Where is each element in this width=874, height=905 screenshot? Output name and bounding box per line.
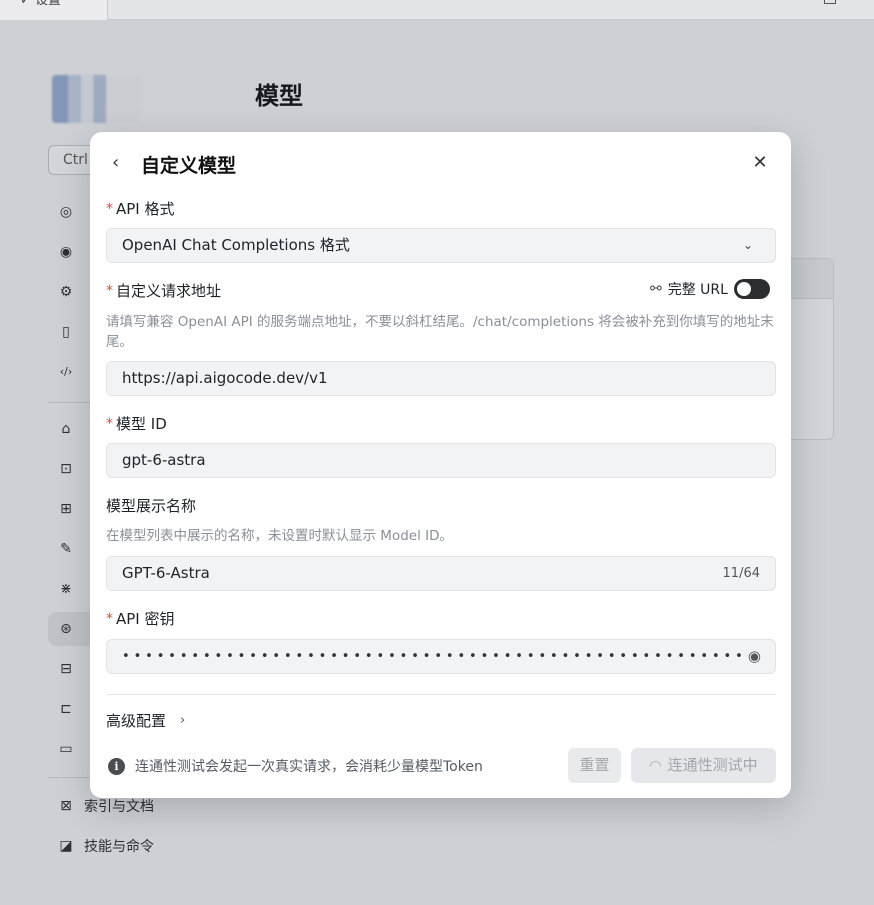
connectivity-test-button[interactable]: ◠ 连通性测试中: [631, 748, 776, 783]
model-id-label: * 模型 ID: [106, 413, 167, 434]
info-icon: i: [108, 757, 125, 775]
chevron-right-icon: ›: [180, 713, 186, 728]
page-title: 模型: [255, 82, 303, 110]
divider: [106, 694, 776, 695]
settings-icon: ⚙: [59, 284, 73, 300]
sidebar-item-account[interactable]: ◎: [48, 195, 94, 229]
sidebar-divider: [48, 777, 92, 778]
required-mark: *: [106, 200, 113, 217]
wrench-icon: ✎: [60, 541, 72, 557]
sidebar-item-models[interactable]: ⊛: [48, 612, 94, 646]
api-key-label: * API 密钥: [106, 608, 175, 629]
model-id-value: gpt-6-astra: [122, 451, 206, 469]
endpoint-input[interactable]: https://api.aigocode.dev/v1: [106, 361, 776, 396]
full-url-switch[interactable]: [733, 279, 770, 299]
api-format-label-text: API 格式: [116, 200, 175, 218]
sidebar-item-apps[interactable]: ⊞: [48, 492, 94, 526]
advanced-config-toggle[interactable]: 高级配置 ›: [106, 710, 185, 731]
model-icon: ⊛: [60, 621, 72, 637]
back-icon[interactable]: ‹: [112, 152, 128, 174]
full-url-toggle-group: ⚯ 完整 URL: [650, 279, 770, 299]
sidebar-item-chat[interactable]: ⊡: [48, 452, 94, 486]
link-icon: ⚯: [650, 281, 662, 297]
reset-button[interactable]: 重置: [568, 748, 621, 783]
chevron-down-icon: ⌄: [742, 238, 753, 252]
endpoint-label-text: 自定义请求地址: [116, 282, 222, 300]
endpoint-help-text: 请填写兼容 OpenAI API 的服务端点地址，不要以斜杠结尾。/chat/c…: [106, 314, 774, 350]
dialog-title: 自定义模型: [141, 155, 237, 177]
palette-icon: ◉: [59, 244, 73, 260]
display-name-value: GPT-6-Astra: [122, 564, 210, 582]
custom-model-dialog: ‹ 自定义模型 ✕ * API 格式 OpenAI Chat Completio…: [90, 132, 791, 798]
sidebar-item-mcp[interactable]: ⋇: [48, 572, 94, 606]
api-format-select[interactable]: OpenAI Chat Completions 格式 ⌄: [106, 228, 776, 263]
loading-spinner-icon: ◠: [649, 758, 662, 774]
sidebar-item-device[interactable]: ▯: [48, 315, 94, 349]
close-icon[interactable]: ✕: [749, 151, 771, 175]
api-key-input[interactable]: ••••••••••••••••••••••••••••••••••••••••…: [106, 639, 776, 674]
api-format-label: * API 格式: [106, 198, 175, 219]
model-id-input[interactable]: gpt-6-astra: [106, 443, 776, 478]
sidebar-item-general[interactable]: ⚙: [48, 275, 94, 309]
sidebar-item-terminal[interactable]: ⊟: [48, 652, 94, 686]
background-panel: [790, 258, 834, 440]
terminal-icon: ⊟: [60, 661, 72, 677]
window-control-icon[interactable]: [824, 0, 836, 4]
endpoint-value: https://api.aigocode.dev/v1: [122, 369, 328, 387]
sidebar-item-skills[interactable]: ◪ 技能与命令: [58, 836, 154, 856]
display-name-label-text: 模型展示名称: [106, 497, 197, 515]
monitor-icon: ▭: [59, 741, 73, 757]
apps-icon: ⊞: [60, 501, 72, 517]
sidebar-item-index-docs[interactable]: ⊠ 索引与文档: [58, 796, 154, 816]
display-name-help-text: 在模型列表中展示的名称，未设置时默认显示 Model ID。: [106, 528, 453, 544]
model-id-label-text: 模型 ID: [116, 415, 167, 433]
window-topbar: ✓ 设置: [0, 0, 874, 20]
required-mark: *: [106, 415, 113, 432]
sidebar-item-select[interactable]: ⊏: [48, 692, 94, 726]
code-icon: ‹/›: [59, 365, 73, 378]
required-mark: *: [106, 282, 113, 299]
avatar: [52, 75, 142, 123]
index-docs-icon: ⊠: [60, 798, 72, 814]
sidebar-item-appearance[interactable]: ◉: [48, 235, 94, 269]
display-name-input[interactable]: GPT-6-Astra 11/64: [106, 556, 776, 591]
sidebar-item-label: 技能与命令: [84, 839, 154, 855]
sidebar-item-display[interactable]: ▭: [48, 732, 94, 766]
api-format-value: OpenAI Chat Completions 格式: [122, 236, 350, 254]
required-mark: *: [106, 610, 113, 627]
connectivity-info-text: 连通性测试会发起一次真实请求，会消耗少量模型Token: [135, 759, 483, 775]
full-url-label: 完整 URL: [667, 282, 728, 298]
sidebar-item-code[interactable]: ‹/›: [48, 355, 94, 389]
chat-icon: ⊡: [60, 461, 72, 477]
sidebar-divider: [48, 402, 92, 403]
phone-icon: ▯: [62, 324, 70, 340]
connectivity-test-label: 连通性测试中: [667, 756, 758, 774]
display-name-label: 模型展示名称: [106, 495, 196, 516]
endpoint-label: * 自定义请求地址: [106, 280, 221, 301]
char-counter: 11/64: [722, 566, 760, 581]
settings-tab[interactable]: ✓ 设置: [0, 0, 108, 20]
sidebar-item-tools[interactable]: ✎: [48, 532, 94, 566]
user-circle-icon: ◎: [59, 204, 73, 220]
sparkle-icon: ⋇: [60, 581, 72, 597]
lock-icon: ⌂: [61, 421, 71, 437]
connectivity-info: i 连通性测试会发起一次真实请求，会消耗少量模型Token: [108, 756, 483, 776]
advanced-config-label: 高级配置: [106, 712, 167, 730]
skills-icon: ◪: [59, 838, 73, 854]
eye-off-icon[interactable]: ◉: [748, 640, 761, 673]
select-icon: ⊏: [60, 701, 72, 717]
sidebar-item-label: 索引与文档: [84, 799, 154, 815]
api-key-masked-value: ••••••••••••••••••••••••••••••••••••••••…: [122, 649, 742, 664]
api-key-label-text: API 密钥: [116, 610, 175, 628]
sidebar-item-privacy[interactable]: ⌂: [48, 412, 94, 446]
